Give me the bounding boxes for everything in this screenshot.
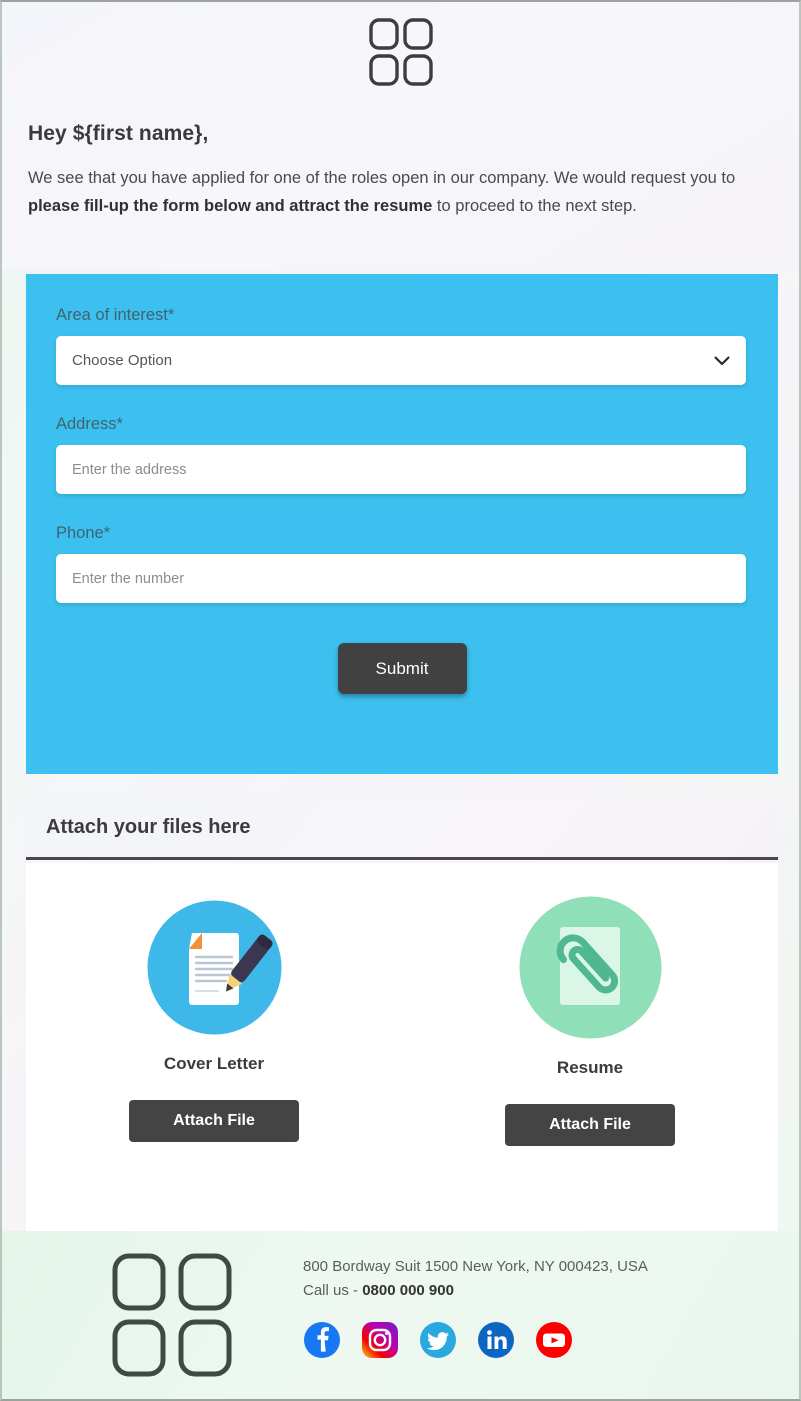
attach-cover-letter-button[interactable]: Attach File xyxy=(129,1100,299,1142)
document-with-paperclip-icon xyxy=(519,896,661,1039)
footer-address: 800 Bordway Suit 1500 New York, NY 00042… xyxy=(303,1258,648,1275)
intro-text-after: to proceed to the next step. xyxy=(432,197,637,215)
intro-text-emphasis: please fill-up the form below and attrac… xyxy=(28,197,433,215)
attach-resume-button[interactable]: Attach File xyxy=(505,1104,675,1146)
label-phone: Phone* xyxy=(56,524,111,542)
area-of-interest-select[interactable]: Choose Option xyxy=(56,336,746,385)
email-page: Hey ${first name}, We see that you have … xyxy=(0,0,801,1401)
chevron-down-icon xyxy=(714,356,730,365)
footer-phone-line: Call us - 0800 000 900 xyxy=(303,1279,648,1303)
intro-text-before: We see that you have applied for one of … xyxy=(28,169,736,187)
instagram-icon[interactable] xyxy=(361,1321,399,1359)
footer-logo xyxy=(112,1253,232,1377)
area-of-interest-value: Choose Option xyxy=(72,352,173,369)
resume-title: Resume xyxy=(556,1058,624,1077)
footer: 800 Bordway Suit 1500 New York, NY 00042… xyxy=(2,1231,799,1399)
page-title: Hey ${first name}, xyxy=(28,122,209,145)
footer-phone-number: 0800 000 900 xyxy=(362,1282,454,1299)
intro-paragraph: We see that you have applied for one of … xyxy=(28,164,773,220)
label-address: Address* xyxy=(56,415,123,433)
application-form: Area of interest* Choose Option Address*… xyxy=(26,274,778,774)
facebook-icon[interactable] xyxy=(303,1321,341,1359)
attach-files-heading: Attach your files here xyxy=(46,816,251,838)
linkedin-icon[interactable] xyxy=(477,1321,515,1359)
social-links xyxy=(303,1321,648,1359)
submit-row: Submit xyxy=(56,643,748,694)
phone-input[interactable]: Enter the number xyxy=(56,554,746,603)
four-rounded-squares-logo xyxy=(368,18,433,86)
youtube-icon[interactable] xyxy=(535,1321,573,1359)
document-with-pen-icon xyxy=(147,900,281,1035)
address-placeholder: Enter the address xyxy=(72,461,187,478)
submit-button[interactable]: Submit xyxy=(337,643,467,694)
attach-files-header: Attach your files here xyxy=(26,798,778,860)
attach-files-panel: Cover Letter Attach File Resume Attach F… xyxy=(26,863,778,1231)
call-us-label: Call us - xyxy=(303,1282,363,1299)
header-logo-wrap xyxy=(28,2,773,88)
intro-card: Hey ${first name}, We see that you have … xyxy=(2,2,799,269)
phone-placeholder: Enter the number xyxy=(72,570,185,587)
resume-block: Resume Attach File xyxy=(402,863,778,1231)
cover-letter-title: Cover Letter xyxy=(163,1054,265,1073)
cover-letter-block: Cover Letter Attach File xyxy=(26,863,402,1231)
label-area-of-interest: Area of interest* xyxy=(56,306,175,324)
footer-contact: 800 Bordway Suit 1500 New York, NY 00042… xyxy=(303,1247,648,1359)
address-input[interactable]: Enter the address xyxy=(56,445,746,494)
twitter-icon[interactable] xyxy=(419,1321,457,1359)
